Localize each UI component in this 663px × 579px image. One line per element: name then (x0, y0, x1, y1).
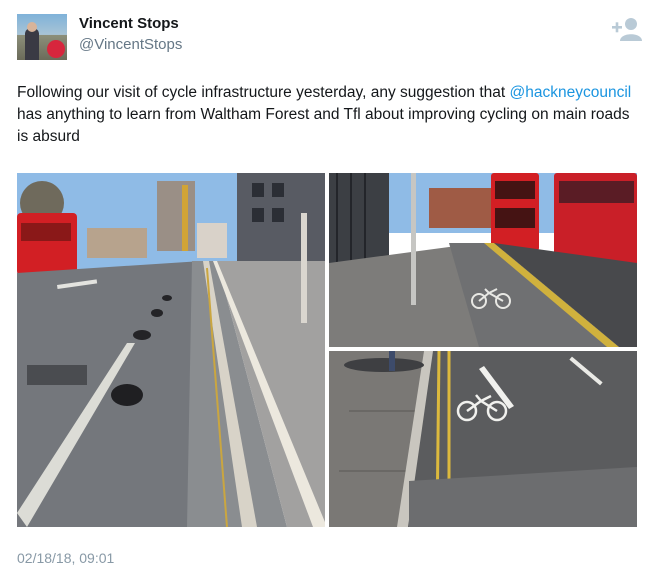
avatar-person (25, 28, 39, 60)
mention-link[interactable]: @hackneycouncil (510, 84, 632, 101)
avatar[interactable] (17, 14, 67, 60)
tweet-text-part-1: Following our visit of cycle infrastruct… (17, 84, 510, 101)
tweet-text: Following our visit of cycle infrastruct… (17, 82, 637, 148)
author-handle[interactable]: @VincentStops (79, 36, 182, 53)
tweet-timestamp[interactable]: 02/18/18, 09:01 (17, 550, 114, 566)
tweet-text-part-2: has anything to learn from Waltham Fores… (17, 106, 630, 145)
photo-segregated-cycle-lane[interactable] (17, 173, 325, 527)
photo-cycle-lane-symbol[interactable] (329, 351, 637, 527)
add-user-icon[interactable] (611, 16, 645, 42)
tweet-media-grid (17, 173, 637, 527)
author-display-name[interactable]: Vincent Stops (79, 15, 179, 32)
photo-bus-stop-bypass[interactable] (329, 173, 637, 347)
avatar-head (27, 22, 37, 32)
tweet-header: Vincent Stops @VincentStops (17, 14, 647, 64)
avatar-rose-logo (47, 40, 65, 58)
